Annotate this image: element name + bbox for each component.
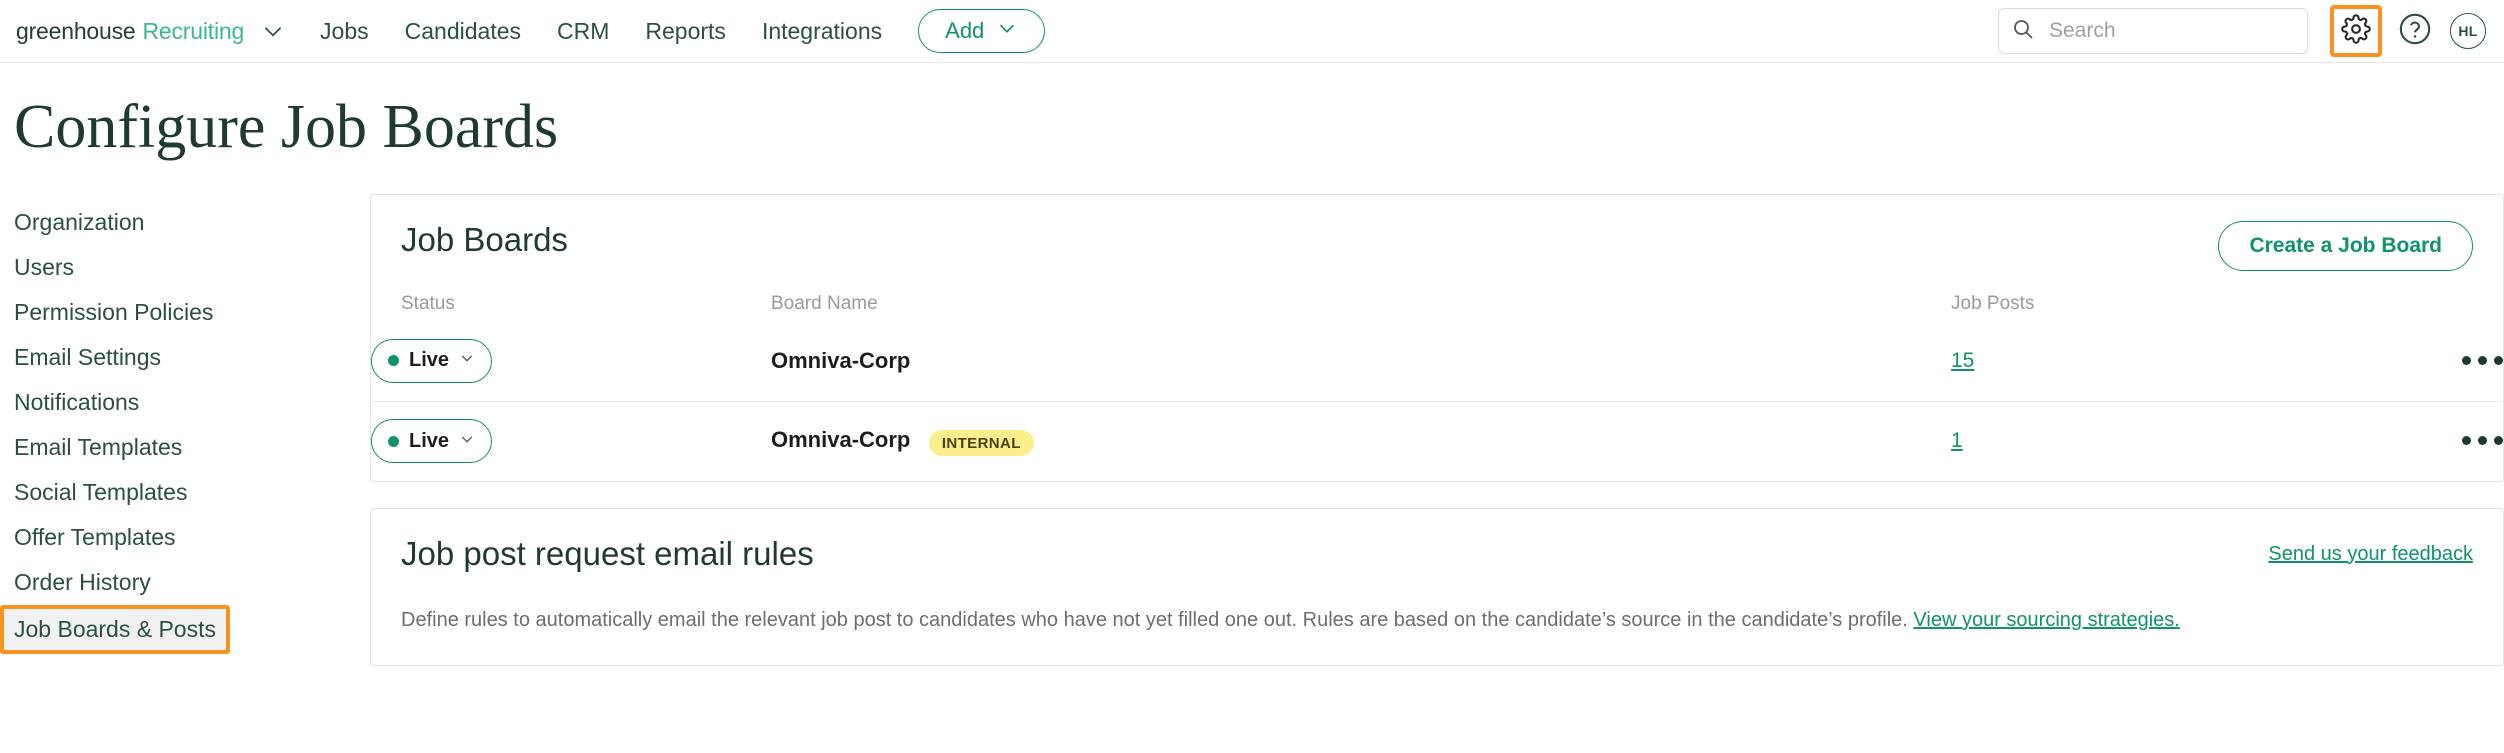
- question-mark-circle-icon: [2398, 12, 2432, 51]
- nav-link-reports[interactable]: Reports: [645, 18, 726, 45]
- search-icon: [2011, 17, 2035, 46]
- row-board-name-cell: Omniva-Corp INTERNAL: [771, 401, 1951, 481]
- email-rules-title: Job post request email rules: [401, 535, 814, 573]
- email-rules-description-text: Define rules to automatically email the …: [401, 609, 1908, 631]
- job-posts-count-link[interactable]: 15: [1951, 349, 1974, 372]
- status-label: Live: [409, 430, 449, 453]
- job-post-request-email-rules-card: Job post request email rules Send us you…: [370, 508, 2504, 666]
- nav-link-jobs[interactable]: Jobs: [320, 18, 369, 45]
- email-rules-description: Define rules to automatically email the …: [371, 573, 2503, 665]
- add-button[interactable]: Add: [918, 9, 1045, 53]
- settings-gear-button[interactable]: [2330, 5, 2382, 57]
- column-header-status: Status: [371, 293, 771, 321]
- job-posts-count-link[interactable]: 1: [1951, 429, 1963, 452]
- job-boards-table: Status Board Name Job Posts Live: [371, 293, 2503, 481]
- brand-name-secondary: Recruiting: [143, 18, 245, 45]
- board-name-text: Omniva-Corp: [771, 427, 910, 453]
- sidebar-item-users[interactable]: Users: [0, 245, 370, 290]
- sidebar-item-job-boards-and-posts[interactable]: Job Boards & Posts: [0, 605, 230, 654]
- sidebar-item-order-history[interactable]: Order History: [0, 560, 370, 605]
- internal-badge: INTERNAL: [929, 430, 1034, 456]
- search-box[interactable]: [1998, 8, 2308, 54]
- sidebar-item-permission-policies[interactable]: Permission Policies: [0, 290, 370, 335]
- row-actions-cell: [2331, 401, 2503, 481]
- job-boards-table-body: Live Omniva-Corp 15: [371, 321, 2503, 481]
- settings-sidebar: Organization Users Permission Policies E…: [0, 194, 370, 692]
- status-dropdown[interactable]: Live: [371, 339, 492, 383]
- main-panel: Job Boards Create a Job Board Status Boa…: [370, 194, 2504, 692]
- create-a-job-board-button[interactable]: Create a Job Board: [2218, 221, 2473, 271]
- email-rules-card-header: Job post request email rules Send us you…: [371, 509, 2503, 573]
- table-row: Live Omniva-Corp 15: [371, 321, 2503, 401]
- status-dot-icon: [388, 436, 399, 447]
- nav-right-cluster: HL: [1998, 5, 2486, 57]
- top-navigation-bar: greenhouse Recruiting Jobs Candidates CR…: [0, 0, 2504, 63]
- sidebar-item-email-settings[interactable]: Email Settings: [0, 335, 370, 380]
- primary-nav-links: Jobs Candidates CRM Reports Integrations: [320, 18, 882, 45]
- send-feedback-link[interactable]: Send us your feedback: [2268, 543, 2473, 566]
- nav-link-candidates[interactable]: Candidates: [405, 18, 521, 45]
- row-status-cell: Live: [371, 321, 771, 401]
- sidebar-item-social-templates[interactable]: Social Templates: [0, 470, 370, 515]
- avatar-initials: HL: [2458, 23, 2477, 39]
- chevron-down-icon: [996, 17, 1018, 45]
- more-options-icon[interactable]: [2462, 356, 2503, 365]
- sidebar-item-offer-templates[interactable]: Offer Templates: [0, 515, 370, 560]
- chevron-down-icon: [260, 18, 286, 44]
- row-status-cell: Live: [371, 401, 771, 481]
- nav-link-integrations[interactable]: Integrations: [762, 18, 882, 45]
- sourcing-strategies-link[interactable]: View your sourcing strategies.: [1913, 609, 2179, 631]
- status-dropdown[interactable]: Live: [371, 419, 492, 463]
- job-boards-card-header: Job Boards Create a Job Board: [371, 195, 2503, 271]
- sidebar-item-email-templates[interactable]: Email Templates: [0, 425, 370, 470]
- row-actions-cell: [2331, 321, 2503, 401]
- page-title: Configure Job Boards: [14, 95, 2504, 160]
- row-job-posts-cell: 1: [1951, 401, 2331, 481]
- column-header-actions: [2331, 293, 2503, 321]
- board-name-text: Omniva-Corp: [771, 348, 910, 374]
- table-row: Live Omniva-Corp INTERNAL 1: [371, 401, 2503, 481]
- brand-logo-menu[interactable]: greenhouse Recruiting: [16, 18, 286, 45]
- row-board-name-cell: Omniva-Corp: [771, 321, 1951, 401]
- column-header-job-posts: Job Posts: [1951, 293, 2331, 321]
- sidebar-item-organization[interactable]: Organization: [0, 200, 370, 245]
- chevron-down-icon: [459, 431, 475, 452]
- help-button[interactable]: [2398, 12, 2432, 51]
- gear-icon: [2341, 14, 2371, 49]
- nav-link-crm[interactable]: CRM: [557, 18, 609, 45]
- page-content: Organization Users Permission Policies E…: [0, 194, 2504, 692]
- job-boards-card: Job Boards Create a Job Board Status Boa…: [370, 194, 2504, 482]
- add-button-label: Add: [945, 18, 984, 44]
- brand-name-primary: greenhouse: [16, 18, 136, 45]
- sidebar-item-notifications[interactable]: Notifications: [0, 380, 370, 425]
- row-job-posts-cell: 15: [1951, 321, 2331, 401]
- column-header-board-name: Board Name: [771, 293, 1951, 321]
- search-input[interactable]: [2047, 18, 2295, 44]
- job-boards-table-header: Status Board Name Job Posts: [371, 293, 2503, 321]
- avatar[interactable]: HL: [2450, 13, 2486, 49]
- job-boards-title: Job Boards: [401, 221, 568, 259]
- table-header-row: Status Board Name Job Posts: [371, 293, 2503, 321]
- status-label: Live: [409, 349, 449, 372]
- more-options-icon[interactable]: [2462, 436, 2503, 445]
- status-dot-icon: [388, 355, 399, 366]
- chevron-down-icon: [459, 350, 475, 371]
